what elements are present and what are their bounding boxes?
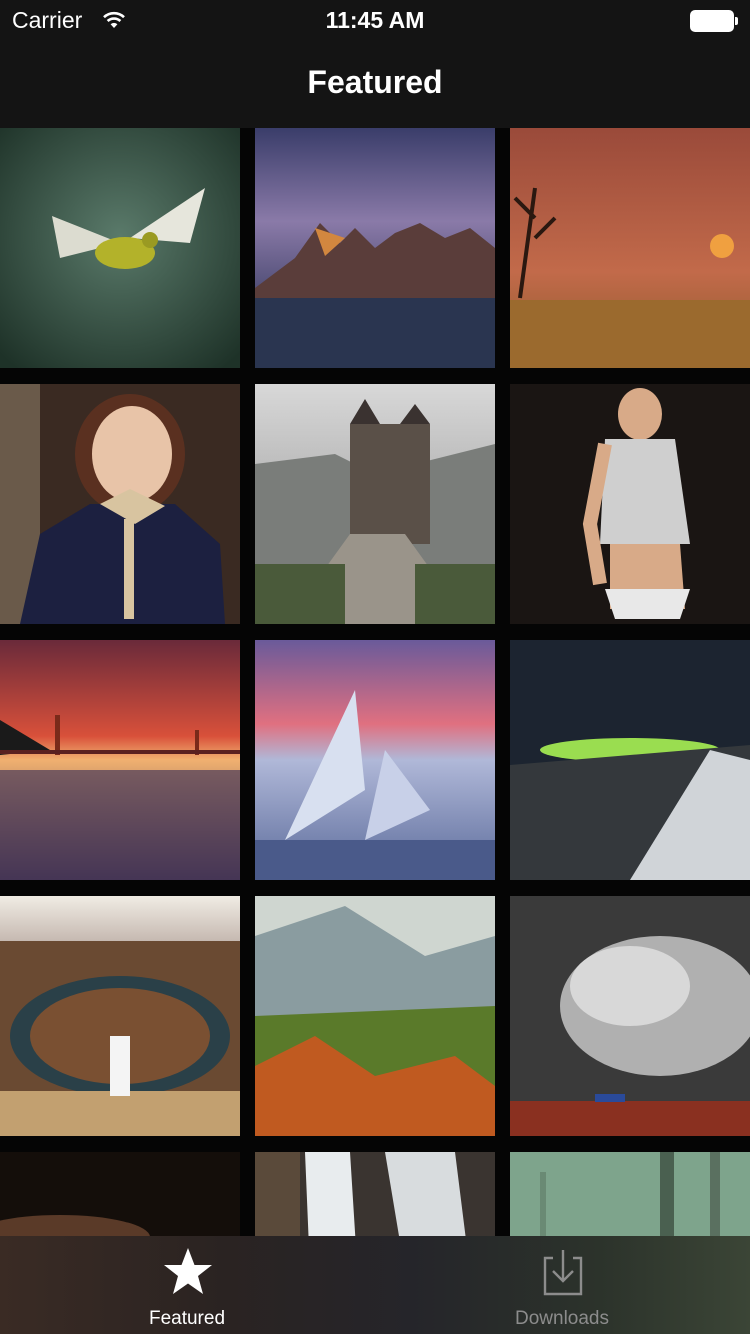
battery-full-icon xyxy=(690,10,738,32)
clock: 11:45 AM xyxy=(325,7,425,33)
aurora-photo xyxy=(510,640,750,880)
star-icon xyxy=(164,1248,212,1294)
mountain-lake-photo xyxy=(255,128,495,368)
photo-thumbnail[interactable] xyxy=(255,1152,495,1236)
photo-thumbnail[interactable] xyxy=(510,384,750,624)
photo-thumbnail[interactable] xyxy=(0,384,240,624)
photo-thumbnail[interactable] xyxy=(255,640,495,880)
photo-thumbnail[interactable] xyxy=(0,128,240,368)
bridge-sunset-photo xyxy=(0,640,240,880)
tab-downloads[interactable]: Downloads xyxy=(437,1236,687,1334)
photo-thumbnail[interactable] xyxy=(510,128,750,368)
dark-photo xyxy=(0,1152,240,1236)
photo-thumbnail[interactable] xyxy=(0,896,240,1136)
photo-thumbnail[interactable] xyxy=(510,640,750,880)
waterfall-photo xyxy=(255,1152,495,1236)
studio-portrait-photo xyxy=(510,384,750,624)
photo-thumbnail[interactable] xyxy=(0,640,240,880)
photo-thumbnail[interactable] xyxy=(255,128,495,368)
status-bar: Carrier 11:45 AM xyxy=(0,0,750,40)
misty-forest-photo xyxy=(510,1152,750,1236)
ice-shards-photo xyxy=(255,640,495,880)
photo-thumbnail[interactable] xyxy=(510,896,750,1136)
tab-featured[interactable]: Featured xyxy=(62,1236,312,1334)
storm-clouds-photo xyxy=(510,896,750,1136)
download-icon xyxy=(543,1250,583,1296)
tab-downloads-label: Downloads xyxy=(515,1308,609,1329)
photo-thumbnail[interactable] xyxy=(510,1152,750,1236)
page-title: Featured xyxy=(307,64,443,100)
photo-thumbnail[interactable] xyxy=(0,1152,240,1236)
photo-thumbnail[interactable] xyxy=(255,384,495,624)
photo-grid xyxy=(0,128,750,1236)
bird-photo xyxy=(0,128,240,368)
girl-portrait-photo xyxy=(0,384,240,624)
navigation-bar: Featured xyxy=(0,40,750,128)
autumn-valley-photo xyxy=(255,896,495,1136)
photo-grid-scroll[interactable] xyxy=(0,128,750,1236)
tab-bar: Featured Downloads xyxy=(0,1236,750,1334)
tab-featured-label: Featured xyxy=(148,1308,226,1329)
canyon-photo xyxy=(0,896,240,1136)
castle-photo xyxy=(255,384,495,624)
photo-thumbnail[interactable] xyxy=(255,896,495,1136)
foggy-sunset-photo xyxy=(510,128,750,368)
